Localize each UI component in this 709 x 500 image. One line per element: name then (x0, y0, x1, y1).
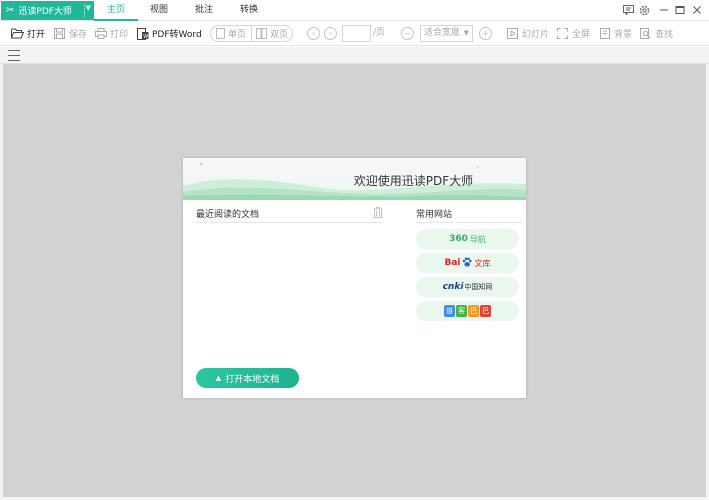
chevron-down-icon[interactable]: ▼ (86, 4, 91, 12)
welcome-banner: 欢迎使用迅读PDF大师 (183, 158, 526, 200)
site-doc88[interactable]: 道 客 巴 巴 (416, 301, 519, 321)
tab-home[interactable]: 主页 (94, 0, 138, 21)
doc88-block: 巴 (468, 305, 479, 317)
chevron-down-icon: ▼ (463, 29, 469, 37)
open-button[interactable]: 打开 (11, 21, 45, 46)
single-page-label: 单页 (227, 30, 246, 40)
zoom-in-button[interactable]: + (479, 27, 492, 40)
page-mode-group: 单页 双页 (210, 25, 293, 42)
open-local-document-label: 打开本地文档 (225, 374, 280, 385)
open-label: 打开 (27, 30, 46, 40)
chevron-left-icon: ‹ (311, 28, 316, 38)
sidebar-toggle-icon[interactable] (8, 50, 20, 61)
prev-page-button[interactable]: ‹ (307, 27, 320, 40)
gear-icon[interactable] (636, 2, 652, 18)
welcome-panel: 欢迎使用迅读PDF大师 最近阅读的文档 常用网站 360 导航 Bai 文库 c… (183, 158, 526, 398)
trash-icon[interactable] (373, 207, 383, 218)
zoom-out-button[interactable]: − (401, 27, 414, 40)
tab-annotate[interactable]: 批注 (185, 0, 223, 21)
doc88-block: 巴 (480, 305, 491, 317)
sites-divider (416, 222, 522, 223)
print-button[interactable]: 打印 (94, 21, 128, 46)
pdf-logo-icon: ✂ (6, 5, 15, 16)
site-cnki-sub: 中国知网 (464, 283, 493, 291)
minimize-icon[interactable] (656, 2, 672, 18)
next-page-button[interactable]: › (324, 27, 337, 40)
welcome-title-wrap: 欢迎使用迅读PDF大师 (183, 172, 526, 189)
app-name: 迅读PDF大师 (18, 7, 72, 17)
tab-convert[interactable]: 转换 (230, 0, 268, 21)
recent-docs-heading: 最近阅读的文档 (196, 210, 260, 220)
feedback-icon[interactable] (620, 2, 636, 18)
site-baidu-sub: 文库 (474, 258, 491, 268)
zoom-value: 适合宽度 (424, 28, 461, 38)
site-360-logo: 360 (449, 234, 468, 244)
site-360-sub: 导航 (469, 234, 486, 244)
recent-docs-divider (196, 222, 382, 223)
sites-heading: 常用网站 (416, 210, 453, 220)
title-bar: ✂ 迅读PDF大师 ▼ 主页 视图 批注 转换 (0, 0, 709, 21)
printer-icon (94, 27, 107, 40)
doc88-block: 道 (444, 305, 455, 317)
svg-text:W: W (143, 33, 148, 39)
welcome-title: 欢迎使用迅读PDF大师 (353, 174, 474, 188)
maximize-icon[interactable] (672, 2, 688, 18)
zoom-select[interactable]: 适合宽度 ▼ (420, 25, 473, 42)
single-page-button[interactable]: 单页 (211, 27, 251, 40)
chevron-right-icon: › (328, 28, 333, 38)
close-icon[interactable] (689, 2, 705, 18)
pdf-to-word-label: PDF转Word (152, 30, 202, 40)
eject-icon: ▲ (215, 374, 222, 382)
site-360-nav[interactable]: 360 导航 (416, 229, 519, 249)
open-local-document-button[interactable]: ▲ 打开本地文档 (196, 368, 299, 388)
site-cnki[interactable]: cnki 中国知网 (416, 277, 519, 297)
double-page-icon (255, 28, 267, 39)
save-label: 保存 (69, 30, 88, 40)
pdf-to-word-button[interactable]: W PDF转Word (136, 21, 202, 46)
page-number-input[interactable] (342, 25, 371, 42)
double-page-button[interactable]: 双页 (251, 25, 292, 42)
sidebar-toggle-bar (0, 47, 709, 64)
minus-icon: − (404, 28, 411, 38)
site-cnki-logo: cnki (442, 282, 464, 292)
print-label: 打印 (110, 30, 129, 40)
page-suffix: /页 (373, 28, 386, 38)
save-button[interactable]: 保存 (53, 21, 87, 46)
double-page-label: 双页 (269, 30, 288, 40)
tab-view[interactable]: 视图 (140, 0, 178, 21)
site-baidu-wenku[interactable]: Bai 文库 (416, 253, 519, 273)
plus-icon: + (482, 28, 489, 38)
app-menu-button[interactable]: ✂ 迅读PDF大师 ▼ (1, 1, 94, 20)
save-icon (53, 27, 66, 40)
pdf-word-icon: W (136, 27, 149, 40)
folder-open-icon (11, 27, 24, 40)
baidu-paw-icon (462, 257, 472, 270)
single-page-icon (215, 28, 225, 39)
site-baidu-logo: Bai (444, 258, 461, 268)
doc88-block: 客 (456, 305, 467, 317)
